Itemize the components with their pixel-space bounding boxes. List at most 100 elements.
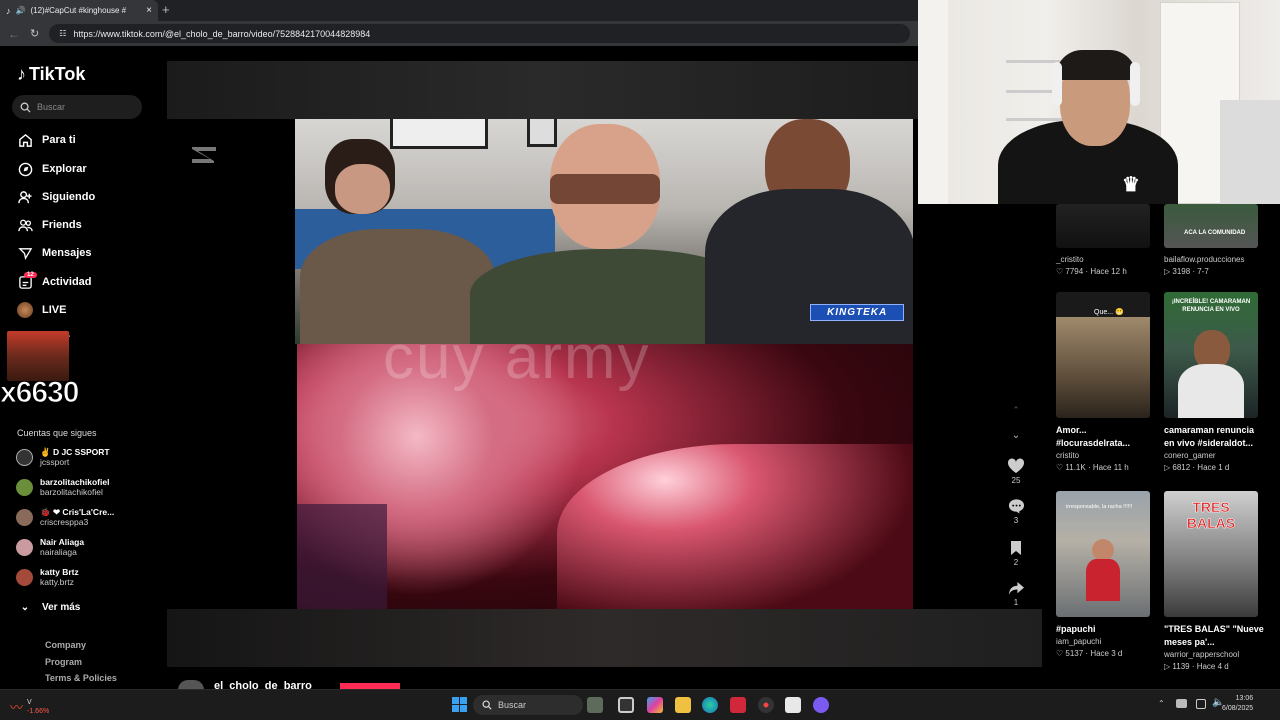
account-name: ✌ D JC SSPORT bbox=[40, 447, 110, 457]
onedrive-icon[interactable] bbox=[1176, 699, 1187, 708]
widget-app-icon[interactable] bbox=[587, 697, 603, 713]
save-button[interactable]: 2 bbox=[1006, 540, 1026, 567]
account-handle: jcssport bbox=[40, 457, 70, 467]
followed-account[interactable]: 🐞 ❤ Cris'La'Cre... criscresppa3 bbox=[16, 507, 114, 527]
tiktok-logo[interactable]: ♪ TikTok bbox=[17, 64, 85, 85]
taskbar-search[interactable]: Buscar bbox=[473, 695, 583, 715]
copilot-icon[interactable] bbox=[647, 697, 663, 713]
calculator-icon[interactable] bbox=[785, 697, 801, 713]
see-more-button[interactable]: ⌄ Ver más bbox=[17, 599, 81, 615]
bookmark-icon bbox=[1011, 541, 1021, 555]
office-app-icon[interactable] bbox=[730, 697, 746, 713]
logo-text: TikTok bbox=[29, 64, 86, 84]
messages-icon bbox=[17, 245, 33, 261]
card-author: _cristito bbox=[1056, 255, 1084, 264]
previous-video-icon[interactable]: ⌃ bbox=[1006, 405, 1026, 416]
network-icon[interactable] bbox=[1196, 699, 1206, 709]
reload-icon[interactable]: ↻ bbox=[30, 27, 39, 40]
edge-browser-icon[interactable] bbox=[702, 697, 718, 713]
post-age: 7-7 bbox=[1197, 267, 1209, 276]
video-blur-bottom bbox=[167, 609, 1042, 667]
video-card[interactable]: Que... 😬 Amor... #locurasdelrata... cris… bbox=[1056, 292, 1156, 474]
card-stats: ♡ 11.1K · Hace 11 h bbox=[1056, 463, 1129, 472]
see-more-label: Ver más bbox=[42, 601, 81, 613]
account-name: katty Brtz bbox=[40, 567, 79, 577]
browser-tab[interactable]: ♪ 🔊 (12)#CapCut #kinghouse # × bbox=[0, 0, 158, 21]
search-icon bbox=[20, 102, 31, 113]
followed-account[interactable]: Nair Aliaga nairaliaga bbox=[16, 537, 84, 557]
share-button[interactable]: 1 bbox=[1006, 581, 1026, 607]
speaker-icon[interactable]: 🔊 bbox=[16, 6, 26, 15]
compass-icon bbox=[17, 161, 33, 177]
sidebar-item-explorar[interactable]: Explorar bbox=[17, 161, 87, 177]
account-handle: barzolitachikofiel bbox=[40, 487, 103, 497]
new-tab-icon[interactable]: + bbox=[162, 2, 170, 17]
followed-account[interactable]: katty Brtz katty.brtz bbox=[16, 567, 79, 587]
chrome-browser-icon[interactable] bbox=[758, 697, 774, 713]
followed-account[interactable]: ✌ D JC SSPORT jcssport bbox=[16, 447, 110, 467]
windows-start-icon[interactable] bbox=[452, 697, 467, 717]
comment-button[interactable]: 3 bbox=[1006, 498, 1026, 525]
site-info-icon[interactable]: ☷ bbox=[59, 29, 66, 38]
sidebar-label: Actividad bbox=[42, 276, 92, 288]
sidebar-item-live[interactable]: LIVE bbox=[17, 302, 66, 318]
footer-terms-link[interactable]: Terms & Policies bbox=[45, 673, 117, 683]
sidebar-item-para-ti[interactable]: Para ti bbox=[17, 132, 76, 148]
video-card[interactable]: ACA LA COMUNIDAD bailaflow.producciones … bbox=[1164, 204, 1258, 278]
video-thumbnail: ¡INCREÍBLE! CAMARAMAN RENUNCIA EN VIVO bbox=[1164, 292, 1258, 418]
video-blur-top bbox=[167, 61, 918, 119]
sidebar-item-friends[interactable]: Friends bbox=[17, 217, 82, 233]
friends-icon bbox=[17, 217, 33, 233]
capcut-logo-icon bbox=[192, 147, 216, 163]
card-author: iam_papuchi bbox=[1056, 637, 1102, 646]
video-card[interactable]: irresponsable, la racha !!!!!! #papuchi … bbox=[1056, 491, 1156, 660]
url-text: https://www.tiktok.com/@el_cholo_de_barr… bbox=[73, 28, 371, 39]
back-icon[interactable]: ← bbox=[8, 27, 20, 41]
sidebar-item-siguiendo[interactable]: Siguiendo bbox=[17, 189, 95, 205]
view-count: 3198 bbox=[1172, 267, 1191, 276]
windows-taskbar bbox=[0, 689, 1280, 720]
play-icon: ▷ bbox=[1164, 267, 1171, 276]
footer-company-link[interactable]: Company bbox=[45, 640, 86, 650]
like-button[interactable]: 25 bbox=[1006, 458, 1026, 485]
taskbar-clock[interactable]: 13:06 6/08/2025 bbox=[1222, 694, 1253, 714]
widget-label: V bbox=[27, 698, 32, 706]
card-stats: ▷ 1139 · Hace 4 d bbox=[1164, 662, 1229, 671]
search-box[interactable]: Buscar bbox=[12, 95, 142, 119]
next-video-icon[interactable]: ⌄ bbox=[1006, 430, 1026, 441]
sidebar-label: LIVE bbox=[42, 304, 67, 316]
view-count: 5137 bbox=[1065, 649, 1084, 658]
tab-title: (12)#CapCut #kinghouse # bbox=[30, 6, 127, 15]
messenger-icon[interactable] bbox=[813, 697, 829, 713]
video-card[interactable]: TRES BALAS "TRES BALAS" "Nueve meses pa'… bbox=[1164, 491, 1264, 673]
post-age: Hace 4 d bbox=[1196, 662, 1229, 671]
account-handle: criscresppa3 bbox=[40, 517, 89, 527]
sidebar-item-mensajes[interactable]: Mensajes bbox=[17, 245, 92, 261]
address-bar-row: ← ↻ ☷ https://www.tiktok.com/@el_cholo_d… bbox=[0, 21, 918, 46]
following-icon bbox=[17, 189, 33, 205]
view-count: 1139 bbox=[1172, 662, 1190, 671]
close-tab-icon[interactable]: × bbox=[146, 5, 152, 16]
taskbar-search-label: Buscar bbox=[498, 700, 527, 710]
tray-chevron-icon[interactable]: ⌃ bbox=[1158, 699, 1165, 708]
view-count: 7794 bbox=[1065, 267, 1084, 276]
post-age: Hace 1 d bbox=[1197, 463, 1230, 472]
stocks-icon: 〰 bbox=[10, 700, 24, 715]
task-view-icon[interactable] bbox=[618, 697, 634, 713]
video-card[interactable]: _cristito ♡ 7794 · Hace 12 h bbox=[1056, 204, 1150, 278]
sidebar-label: Mensajes bbox=[42, 247, 92, 259]
footer-program-link[interactable]: Program bbox=[45, 657, 82, 667]
video-card[interactable]: ¡INCREÍBLE! CAMARAMAN RENUNCIA EN VIVO c… bbox=[1164, 292, 1264, 474]
thumbnail-text: Que... 😬 bbox=[1094, 309, 1124, 316]
thumbnail-text: irresponsable, la racha !!!!!! bbox=[1066, 504, 1133, 510]
url-field[interactable]: ☷ https://www.tiktok.com/@el_cholo_de_ba… bbox=[49, 24, 910, 43]
post-age: Hace 11 h bbox=[1092, 463, 1129, 472]
card-stats: ▷ 6812 · Hace 1 d bbox=[1164, 463, 1230, 472]
followed-account[interactable]: barzolitachikofiel barzolitachikofiel bbox=[16, 477, 109, 497]
weather-widget[interactable]: 〰 V -1.66% bbox=[10, 697, 49, 716]
tiktok-note-icon: ♪ bbox=[17, 64, 26, 84]
post-age: Hace 12 h bbox=[1090, 267, 1127, 276]
card-stats: ♡ 7794 · Hace 12 h bbox=[1056, 267, 1127, 276]
file-explorer-icon[interactable] bbox=[675, 697, 691, 713]
card-author: conero_gamer bbox=[1164, 451, 1216, 460]
